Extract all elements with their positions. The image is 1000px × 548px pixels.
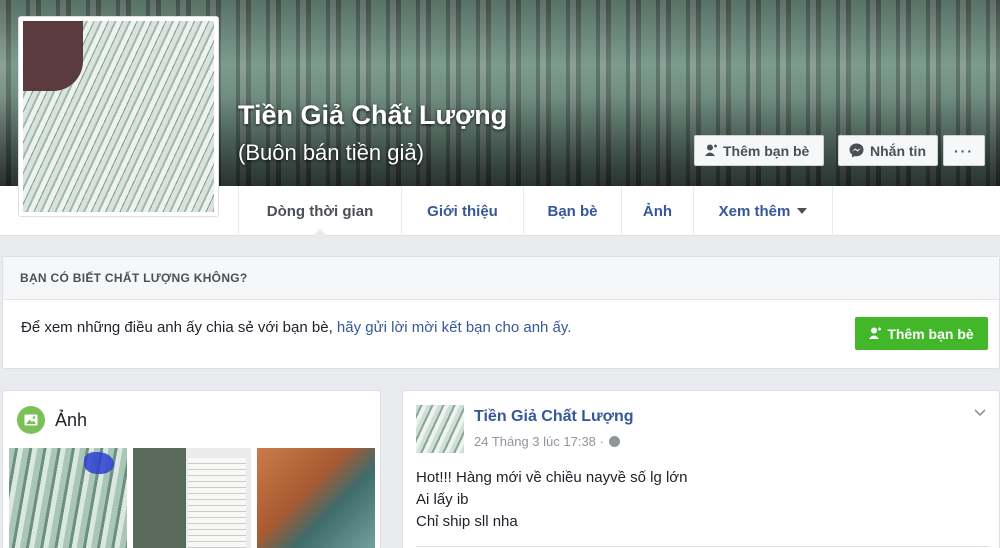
- post-content: Hot!!! Hàng mới về chiều nayvề số lg lớn…: [416, 467, 687, 533]
- photo-thumbnail[interactable]: [9, 448, 127, 548]
- photo-icon: [17, 406, 45, 434]
- add-friend-green-button[interactable]: Thêm bạn bè: [855, 317, 988, 350]
- post-divider: [416, 546, 989, 547]
- caret-down-icon: [797, 208, 808, 214]
- post-author[interactable]: Tiền Giả Chất Lượng: [474, 408, 634, 426]
- tab-more-label: Xem thêm: [718, 202, 791, 220]
- tab-timeline[interactable]: Dòng thời gian: [238, 186, 401, 237]
- photo-thumbnail[interactable]: [257, 448, 375, 548]
- post-avatar[interactable]: [416, 405, 464, 453]
- tab-photos[interactable]: Ảnh: [621, 186, 693, 236]
- add-friend-green-label: Thêm bạn bè: [887, 325, 974, 342]
- post-line: Chỉ ship sll nha: [416, 513, 518, 530]
- add-person-icon: [869, 327, 882, 339]
- photos-card: Ảnh: [2, 390, 381, 548]
- tab-timeline-label: Dòng thời gian: [266, 202, 374, 220]
- tab-friends[interactable]: Bạn bè: [523, 186, 621, 236]
- tab-friends-label: Bạn bè: [547, 202, 598, 220]
- post-card: Tiền Giả Chất Lượng 24 Tháng 3 lúc 17:38…: [402, 390, 1000, 548]
- message-button[interactable]: Nhắn tin: [838, 135, 938, 166]
- post-time-text: 24 Tháng 3 lúc 17:38 ·: [474, 434, 604, 449]
- tab-about-label: Giới thiệu: [427, 202, 498, 220]
- tab-more[interactable]: Xem thêm: [693, 186, 833, 236]
- message-label: Nhắn tin: [870, 142, 926, 159]
- globe-icon: [608, 436, 620, 447]
- post-line: Hot!!! Hàng mới về chiều nayvề số lg lớn: [416, 469, 688, 486]
- post-line: Ai lấy ib: [416, 491, 469, 508]
- tab-photos-label: Ảnh: [642, 202, 673, 220]
- photo-thumbnail[interactable]: [133, 448, 251, 548]
- profile-picture-image: [23, 21, 214, 212]
- photos-header[interactable]: Ảnh: [17, 406, 87, 434]
- profile-name[interactable]: Tiền Giả Chất Lượng: [238, 100, 507, 131]
- chevron-down-icon[interactable]: [973, 405, 987, 419]
- add-person-icon: [705, 144, 717, 156]
- do-you-know-text: Để xem những điều anh ấy chia sẻ với bạn…: [21, 319, 571, 336]
- do-you-know-text-prefix: Để xem những điều anh ấy chia sẻ với bạn…: [21, 319, 337, 336]
- profile-picture[interactable]: [18, 16, 219, 217]
- photos-heading: Ảnh: [55, 409, 88, 430]
- do-you-know-heading: BẠN CÓ BIẾT CHẤT LƯỢNG KHÔNG?: [3, 257, 999, 300]
- add-friend-label: Thêm bạn bè: [723, 142, 810, 159]
- add-friend-button[interactable]: Thêm bạn bè: [694, 135, 824, 166]
- profile-subtitle: (Buôn bán tiền giả): [238, 140, 424, 165]
- post-timestamp[interactable]: 24 Tháng 3 lúc 17:38 ·: [474, 434, 620, 449]
- tab-about[interactable]: Giới thiệu: [401, 186, 523, 236]
- more-dots-icon: ···: [954, 142, 974, 159]
- do-you-know-card: BẠN CÓ BIẾT CHẤT LƯỢNG KHÔNG? Để xem nhữ…: [2, 256, 1000, 369]
- send-friend-request-link[interactable]: hãy gửi lời mời kết bạn cho anh ấy.: [337, 319, 572, 336]
- more-options-button[interactable]: ···: [943, 135, 985, 166]
- messenger-icon: [849, 143, 864, 158]
